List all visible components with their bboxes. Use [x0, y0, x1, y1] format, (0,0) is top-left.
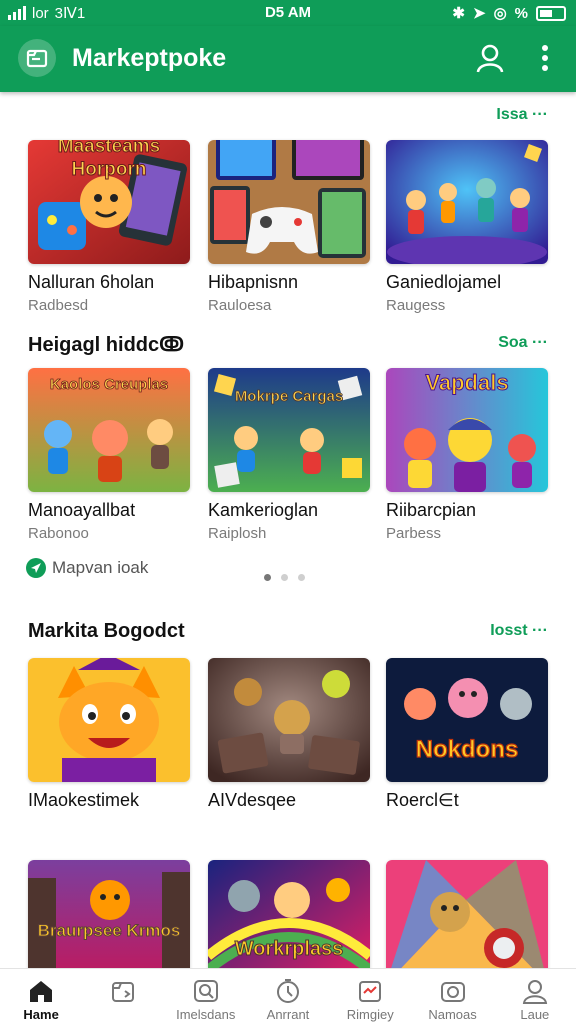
game-thumbnail: Workrplass [208, 860, 370, 968]
map-link[interactable]: Mapvan ioak [26, 558, 148, 578]
nav-profile[interactable]: Laue [494, 969, 576, 1024]
map-link-label: Mapvan ioak [52, 558, 149, 577]
thumbnail-art-title: Nokdons [415, 735, 519, 763]
account-icon[interactable] [474, 42, 506, 74]
nav-label: Hame [23, 1007, 59, 1022]
card-title: AIVdesqee [208, 790, 297, 810]
game-card[interactable]: Workrplass [208, 860, 370, 968]
nav-label: Rimgiey [346, 1007, 394, 1022]
game-thumbnail [208, 658, 370, 782]
game-thumbnail: Vapdals [386, 368, 548, 492]
nav-label: Imelsdans [176, 1007, 236, 1022]
thumbnail-art-title: Workrplass [234, 938, 344, 961]
card-subtitle: Raiplosh [208, 525, 267, 542]
card-title: Hibapnisnn [208, 272, 299, 292]
nav-media[interactable]: Namoas [411, 969, 493, 1024]
clock-icon [276, 979, 299, 1003]
game-card[interactable]: AIVdesqee [208, 658, 370, 811]
card-title: Kamkerioglan [208, 500, 319, 520]
bottom-nav: Hame Imelsdans Anrrant Rimgiey Namoas La… [0, 968, 576, 1024]
content-scroll[interactable]: Issa ··· Maasteams Horporn Nalluran 6hol… [0, 92, 576, 968]
store-icon [112, 982, 135, 1002]
app-logo-icon[interactable] [18, 39, 56, 77]
card-subtitle: Rauloesa [208, 297, 272, 314]
game-thumbnail [208, 140, 370, 264]
game-thumbnail [28, 658, 190, 782]
game-thumbnail [386, 140, 548, 264]
section-more-link[interactable]: Iosst ··· [490, 622, 548, 640]
section-title: Markita Bogodct [28, 620, 185, 642]
search-icon [193, 980, 218, 1002]
nav-store[interactable] [82, 969, 164, 1024]
sync-icon: ◎ [493, 5, 507, 22]
nav-recent[interactable]: Anrrant [247, 969, 329, 1024]
thumbnail-art-title: Mokrpe Cargas [234, 388, 344, 406]
nav-label: Laue [520, 1007, 550, 1022]
map-pin-icon [26, 558, 46, 578]
game-card[interactable]: IMaokestimek [28, 658, 190, 811]
battery-percent: % [514, 4, 528, 22]
card-subtitle: Rabonoo [28, 525, 89, 542]
thumbnail-art-title: Braurpsee Krmos [37, 921, 181, 940]
location-icon: ➤ [472, 5, 486, 22]
card-title: Roercl∈t [386, 790, 459, 810]
game-card[interactable]: Braurpsee Krmos [28, 860, 190, 968]
game-thumbnail [386, 860, 548, 968]
section-title: Heigagl hiddcↂ [28, 334, 185, 356]
game-card[interactable]: Mokrpe Cargas Kamkerioglan Raiplosh [208, 368, 370, 542]
game-thumbnail: Nokdons [386, 658, 548, 782]
game-card[interactable]: Hibapnisnn Rauloesa [208, 140, 370, 314]
home-icon [30, 981, 53, 1002]
game-card[interactable]: Ganiedlojamel Raugess [386, 140, 548, 314]
bluetooth-icon: ✱ [452, 5, 465, 22]
chart-icon [359, 981, 382, 1002]
app-title: Markeptpoke [72, 44, 227, 72]
game-card[interactable] [386, 860, 548, 968]
pager-dot[interactable] [264, 574, 271, 581]
user-icon [522, 980, 547, 1004]
game-thumbnail: Maasteams Horporn [28, 140, 190, 264]
thumbnail-art-title: Vapdals [425, 370, 509, 396]
card-title: Ganiedlojamel [386, 272, 502, 292]
status-bar: lоr 3Ⅳ1 D5 AM ✱ ➤ ◎ % [0, 0, 576, 26]
status-right: ✱ ➤ ◎ % [452, 4, 566, 22]
game-thumbnail: Mokrpe Cargas [208, 368, 370, 492]
nav-home[interactable]: Hame [0, 969, 82, 1024]
game-card[interactable]: Maasteams Horporn Nalluran 6holan Radbes… [28, 140, 190, 314]
more-vert-icon[interactable] [530, 42, 560, 74]
pager-dot[interactable] [281, 574, 288, 581]
game-card[interactable]: Kaolos Creuplas Manoayallbat Rabonoo [28, 368, 190, 542]
camera-icon [440, 982, 465, 1002]
game-card[interactable]: Nokdons Roercl∈t [386, 658, 548, 811]
nav-label: Anrrant [266, 1007, 310, 1022]
app-bar: Markeptpoke [0, 26, 576, 92]
card-subtitle: Parbess [386, 525, 442, 542]
section-more-link[interactable]: Soa ··· [498, 334, 548, 352]
card-title: Nalluran 6holan [28, 272, 155, 292]
card-title: Manoayallbat [28, 500, 136, 520]
game-thumbnail: Braurpsee Krmos [28, 860, 190, 968]
card-subtitle: Radbesd [28, 297, 89, 314]
carousel-pager [264, 574, 305, 581]
card-title: Riibarcpian [386, 500, 477, 520]
game-card[interactable]: Vapdals Riibarcpian Parbess [386, 368, 548, 542]
nav-rankings[interactable]: Rimgiey [329, 969, 411, 1024]
thumbnail-art-title: Maasteams Horporn [57, 140, 161, 180]
card-title: IMaokestimek [28, 790, 140, 810]
game-thumbnail: Kaolos Creuplas [28, 368, 190, 492]
battery-icon [536, 5, 566, 21]
thumbnail-art-title: Kaolos Creuplas [49, 376, 169, 394]
section-more-link[interactable]: Issa ··· [496, 106, 548, 124]
nav-search[interactable]: Imelsdans [165, 969, 247, 1024]
card-subtitle: Raugess [386, 297, 446, 314]
pager-dot[interactable] [298, 574, 305, 581]
nav-label: Namoas [428, 1007, 477, 1022]
